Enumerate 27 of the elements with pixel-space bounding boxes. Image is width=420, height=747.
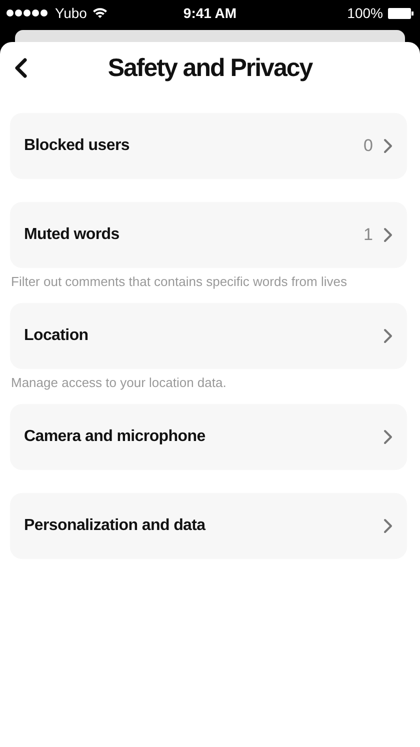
status-time: 9:41 AM (183, 5, 237, 21)
battery-percent: 100% (347, 5, 383, 21)
settings-row[interactable]: Location (10, 303, 407, 369)
row-caption: Filter out comments that contains specific words from lives (10, 273, 348, 289)
chevron-icon (383, 328, 393, 344)
carrier-name: Yubo (55, 5, 87, 21)
row-label: Blocked users (24, 137, 130, 155)
chevron-icon (383, 429, 393, 445)
row-label: Location (24, 327, 90, 345)
back-icon[interactable] (14, 58, 28, 78)
row-label: Muted words (24, 226, 120, 244)
settings-row[interactable]: Personalization and data (10, 493, 407, 559)
wifi-icon (92, 7, 108, 19)
settings-row[interactable]: Blocked users 0 (10, 113, 407, 179)
settings-row[interactable]: Muted words 1 (10, 202, 407, 268)
row-label: Personalization and data (24, 517, 207, 535)
page-title: Safety and Privacy (108, 54, 312, 82)
row-label: Camera and microphone (24, 428, 206, 446)
row-count: 0 (364, 136, 373, 156)
row-count: 1 (364, 225, 373, 245)
row-caption: Manage access to your location data. (10, 374, 228, 390)
battery-icon (388, 8, 414, 18)
signal-icon (6, 9, 50, 17)
chevron-icon (383, 227, 393, 243)
chevron-icon (383, 518, 393, 534)
chevron-icon (383, 138, 393, 154)
settings-row[interactable]: Camera and microphone (10, 404, 407, 470)
